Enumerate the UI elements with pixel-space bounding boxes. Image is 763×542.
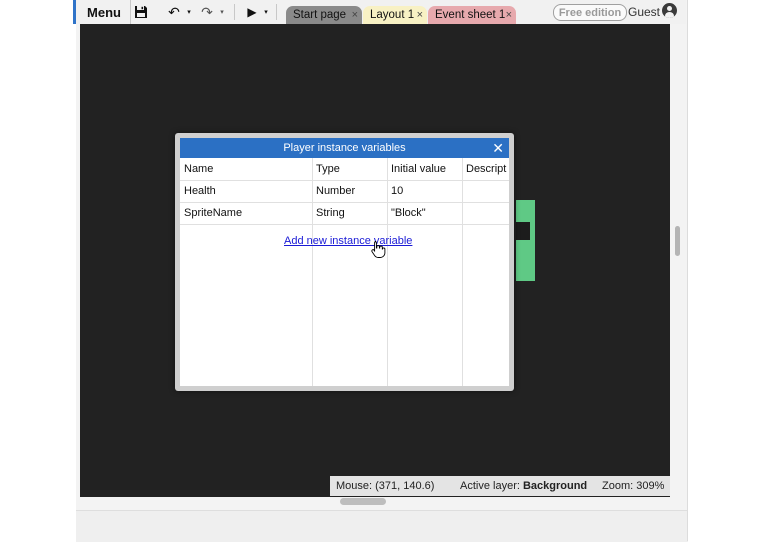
variable-value-cell[interactable]: "Block" (391, 202, 426, 224)
column-header-name[interactable]: Name (184, 158, 213, 180)
active-layer: Active layer: Background (460, 480, 587, 492)
close-tab-icon[interactable]: × (417, 9, 423, 21)
variable-type-cell[interactable]: String (316, 202, 345, 224)
main-toolbar: Menu ↶ ▾ ↷ ▾ ▶ ▾ Start page × Layout 1 ×… (76, 0, 686, 24)
close-icon[interactable]: ✕ (492, 141, 504, 155)
tab-layout-1[interactable]: Layout 1 × (363, 6, 427, 24)
dialog-title-bar[interactable]: Player instance variables ✕ (180, 138, 509, 158)
free-edition-button[interactable]: Free edition (553, 4, 627, 21)
mouse-position: Mouse: (371, 140.6) (336, 480, 435, 492)
column-divider (462, 158, 463, 386)
column-header-type[interactable]: Type (316, 158, 340, 180)
variables-table: Name Type Initial value Descript Health … (180, 158, 509, 386)
window-border (687, 0, 688, 541)
undo-dropdown-icon[interactable]: ▾ (185, 0, 193, 24)
zoom-level: Zoom: 309% (602, 480, 665, 492)
sprite-object[interactable] (516, 200, 535, 281)
status-bar: Mouse: (371, 140.6) Active layer: Backgr… (330, 476, 670, 496)
save-icon[interactable] (132, 0, 150, 24)
tab-event-sheet-1[interactable]: Event sheet 1 × (428, 6, 516, 24)
horizontal-scrollbar[interactable] (340, 498, 386, 505)
add-instance-variable-link[interactable]: Add new instance variable (284, 235, 412, 247)
tab-start-page[interactable]: Start page × (286, 6, 362, 24)
toolbar-divider (234, 4, 235, 20)
variable-name-cell[interactable]: SpriteName (184, 202, 242, 224)
undo-icon[interactable]: ↶ (165, 0, 183, 24)
redo-icon[interactable]: ↷ (198, 0, 216, 24)
variable-value-cell[interactable]: 10 (391, 180, 403, 202)
tab-label: Layout 1 (370, 9, 415, 21)
column-header-initial-value[interactable]: Initial value (391, 158, 446, 180)
variable-name-cell[interactable]: Health (184, 180, 216, 202)
row-divider (180, 224, 509, 225)
instance-variables-dialog: Player instance variables ✕ Name Type In… (175, 133, 514, 391)
close-tab-icon[interactable]: × (506, 9, 512, 21)
play-dropdown-icon[interactable]: ▾ (262, 0, 270, 24)
user-icon[interactable] (662, 3, 677, 18)
tab-label: Event sheet 1 (435, 9, 506, 21)
dialog-title: Player instance variables (283, 142, 406, 154)
redo-dropdown-icon[interactable]: ▾ (218, 0, 226, 24)
guest-label[interactable]: Guest (628, 4, 660, 20)
hand-cursor-icon (371, 241, 386, 258)
active-layer-label: Active layer: (460, 480, 523, 492)
sprite-object-inner (516, 222, 530, 240)
column-divider (387, 158, 388, 386)
variable-type-cell[interactable]: Number (316, 180, 355, 202)
menu-button[interactable]: Menu (84, 0, 131, 24)
close-tab-icon[interactable]: × (352, 9, 358, 21)
column-header-description[interactable]: Descript (466, 158, 506, 180)
bottom-panel (76, 510, 688, 542)
vertical-scrollbar[interactable] (675, 226, 680, 256)
tab-label: Start page (293, 9, 347, 21)
toolbar-divider (276, 4, 277, 20)
column-divider (312, 158, 313, 386)
active-layer-value: Background (522, 480, 588, 492)
play-icon[interactable]: ▶ (244, 0, 260, 24)
